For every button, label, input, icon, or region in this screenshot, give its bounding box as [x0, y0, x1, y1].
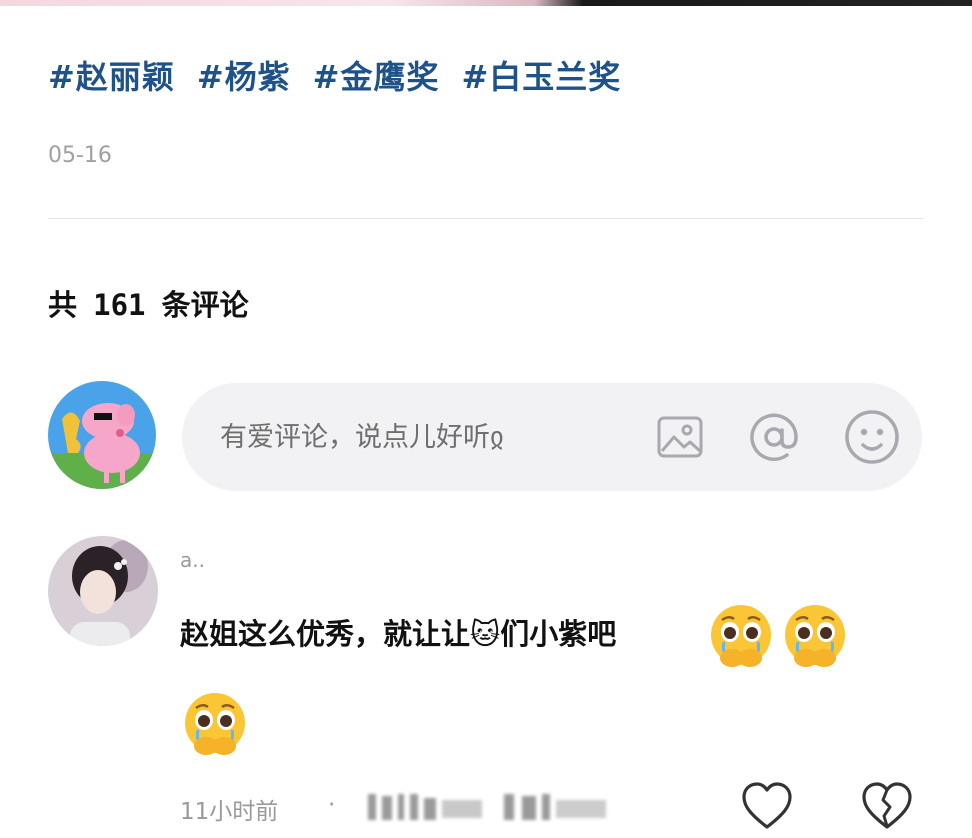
post-tags: #赵丽颖 #杨紫 #金鹰奖 #白玉兰奖	[48, 52, 621, 98]
tag-link[interactable]: #金鹰奖	[313, 52, 440, 98]
comment-username[interactable]: a..	[180, 548, 205, 572]
meta-separator: ·	[328, 792, 336, 818]
tag-link[interactable]: #白玉兰奖	[461, 52, 621, 98]
divider	[48, 218, 924, 219]
comment-input[interactable]	[220, 421, 630, 453]
comment-count-heading: 共 161 条评论	[48, 282, 249, 324]
comment-count-number: 161	[93, 288, 146, 322]
comment-time: 11小时前	[180, 799, 279, 825]
pleading-face-emoji	[180, 690, 250, 764]
blurred-location	[364, 790, 612, 824]
post-date: 05-16	[48, 143, 112, 168]
comment-count-prefix: 共	[48, 288, 78, 322]
emoji-icon[interactable]	[842, 407, 902, 467]
comment-text: 赵姐这么优秀，就让让🐱们小紫吧	[180, 617, 617, 651]
pleading-face-emoji	[780, 602, 850, 676]
my-avatar[interactable]	[48, 381, 156, 489]
pleading-face-emoji	[706, 602, 776, 676]
broken-heart-icon[interactable]	[860, 780, 914, 834]
like-heart-icon[interactable]	[740, 780, 794, 834]
comment-input-box[interactable]	[182, 383, 922, 491]
tag-link[interactable]: #杨紫	[197, 52, 291, 98]
user-avatar[interactable]	[48, 536, 158, 646]
image-icon[interactable]	[650, 407, 710, 467]
comment-count-suffix: 条评论	[161, 288, 249, 322]
at-icon[interactable]	[744, 407, 804, 467]
tag-link[interactable]: #赵丽颖	[48, 52, 175, 98]
top-banner-image	[0, 0, 972, 6]
